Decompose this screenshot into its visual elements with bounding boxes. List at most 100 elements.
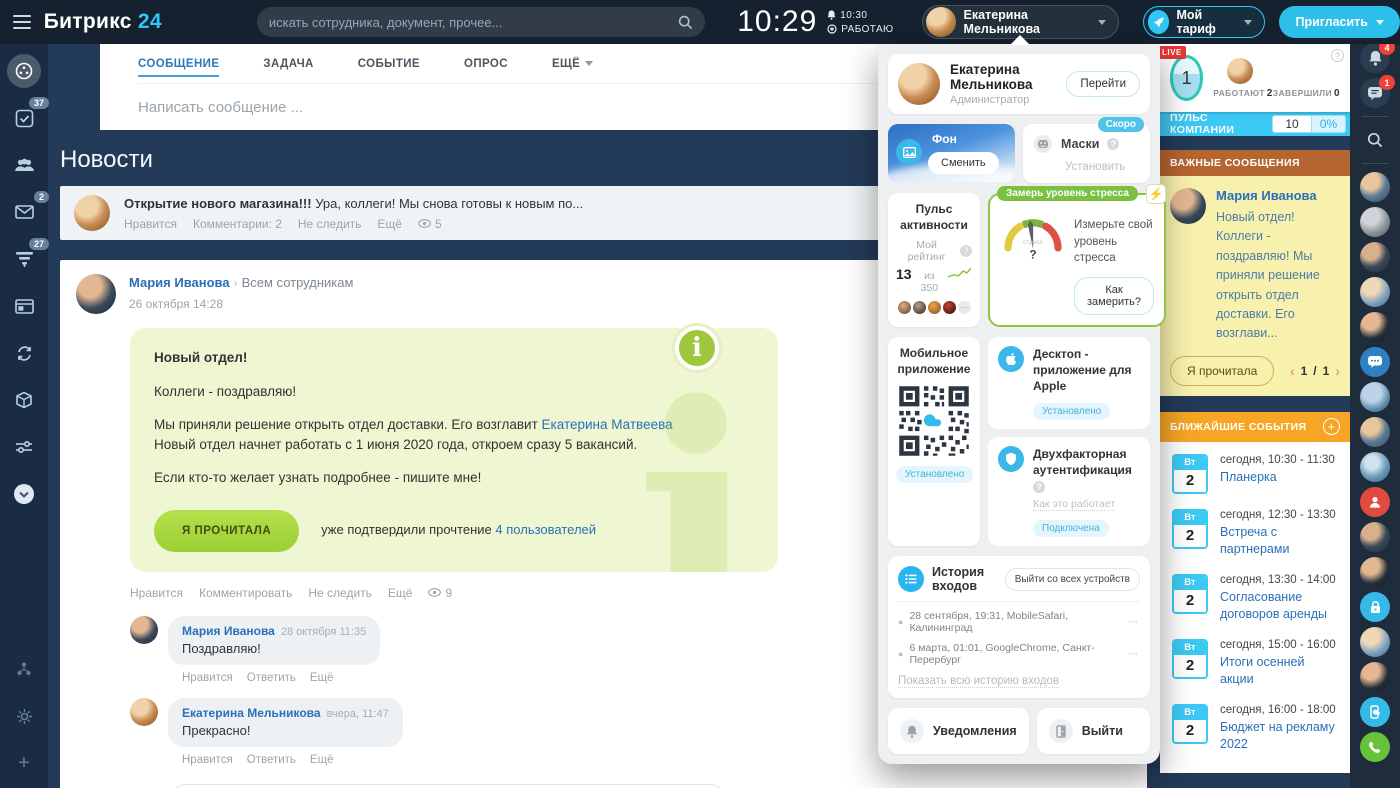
chat-contact-avatar[interactable] [1360, 557, 1390, 587]
event-item[interactable]: Вт2 сегодня, 10:30 - 11:30Планерка [1172, 454, 1338, 494]
masks-card[interactable]: Скоро Маски ? Установить [1023, 124, 1150, 183]
comment-author[interactable]: Мария Иванова [182, 624, 275, 638]
like-action[interactable]: Нравится [182, 754, 233, 766]
event-item[interactable]: Вт2 сегодня, 12:30 - 13:30Встреча с парт… [1172, 509, 1338, 559]
nav-marketplace-icon[interactable] [7, 383, 41, 417]
comment-author-avatar[interactable] [130, 616, 158, 644]
reply-action[interactable]: Ответить [247, 754, 296, 766]
nav-sites-icon[interactable] [7, 289, 41, 323]
event-item[interactable]: Вт2 сегодня, 15:00 - 16:00Итоги осенней … [1172, 639, 1338, 689]
like-action[interactable]: Нравится [182, 672, 233, 684]
nav-settings-sliders-icon[interactable] [7, 430, 41, 464]
search-icon[interactable] [678, 15, 693, 30]
nav-mail-icon[interactable]: 2 [7, 195, 41, 229]
notifications-button[interactable]: Уведомления [888, 708, 1029, 754]
user-menu-button[interactable]: Екатерина Мельникова [922, 5, 1120, 39]
info-icon[interactable]: ? [1033, 481, 1045, 493]
clock[interactable]: 10:29 [737, 5, 817, 39]
group-chat-icon[interactable] [1360, 347, 1390, 377]
masks-install-button[interactable]: Установить [1065, 161, 1140, 173]
more-action[interactable]: Ещё [310, 672, 334, 684]
activity-pulse-card[interactable]: Пульс активности Мой рейтинг? 13 из 350 … [888, 193, 980, 327]
invite-button[interactable]: Пригласить [1279, 6, 1400, 38]
reply-action[interactable]: Ответить [247, 672, 296, 684]
work-day-widget[interactable]: LIVE 1 РАБОТАЮТ2 ЗАВЕРШИЛИ0 ? [1160, 44, 1350, 112]
confirm-users-link[interactable]: 4 пользователей [495, 522, 596, 537]
chat-contact-avatar[interactable] [1360, 382, 1390, 412]
like-action[interactable]: Нравится [130, 586, 183, 600]
post-title[interactable]: Открытие нового магазина!!! [124, 196, 312, 211]
mobile-connect-icon[interactable] [1360, 697, 1390, 727]
unfollow-action[interactable]: Не следить [308, 586, 372, 600]
nav-add-icon[interactable]: + [7, 746, 41, 780]
tab-message[interactable]: СООБЩЕНИЕ [138, 44, 219, 83]
add-event-icon[interactable]: + [1323, 418, 1340, 435]
profile-avatar[interactable] [898, 63, 940, 105]
nav-crm-icon[interactable]: 27 [7, 242, 41, 276]
chat-contact-avatar[interactable] [1360, 242, 1390, 272]
post-audience[interactable]: Всем сотрудникам [242, 275, 354, 290]
important-read-button[interactable]: Я прочитала [1170, 356, 1274, 386]
pager-prev-icon[interactable]: ‹ [1290, 363, 1295, 379]
menu-hamburger-icon[interactable] [0, 15, 44, 29]
nav-sync-icon[interactable] [7, 336, 41, 370]
messenger-icon[interactable]: 1 [1360, 78, 1390, 108]
nav-gear-icon[interactable] [7, 699, 41, 733]
add-comment-input[interactable] [168, 784, 728, 788]
nav-structure-icon[interactable] [7, 652, 41, 686]
event-title[interactable]: Согласование договоров аренды [1220, 589, 1338, 624]
tab-task[interactable]: ЗАДАЧА [263, 44, 313, 83]
logout-all-button[interactable]: Выйти со всех устройств [1005, 568, 1140, 591]
read-confirm-button[interactable]: Я ПРОЧИТАЛА [154, 510, 299, 552]
global-search[interactable] [257, 7, 705, 37]
twofa-how-link[interactable]: Как это работает [1033, 498, 1115, 511]
private-chat-lock-icon[interactable] [1360, 592, 1390, 622]
event-title[interactable]: Планерка [1220, 469, 1335, 487]
post-author[interactable]: Мария Иванова [129, 275, 230, 290]
event-item[interactable]: Вт2 сегодня, 16:00 - 18:00Бюджет на рекл… [1172, 704, 1338, 754]
event-item[interactable]: Вт2 сегодня, 13:30 - 14:00Согласование д… [1172, 574, 1338, 624]
history-show-all-link[interactable]: Показать всю историю входов [898, 675, 1059, 688]
desktop-app-card[interactable]: Десктоп - приложение для Apple Установле… [988, 337, 1150, 429]
tariff-button[interactable]: Мой тариф [1143, 6, 1265, 38]
entry-menu-icon[interactable]: ⋯ [1128, 648, 1141, 660]
comment-author[interactable]: Екатерина Мельникова [182, 706, 321, 720]
chat-contact-avatar[interactable] [1360, 312, 1390, 342]
rating-more-icon[interactable]: ⋯ [958, 301, 971, 314]
chat-contact-avatar[interactable] [1360, 417, 1390, 447]
guest-user-icon[interactable] [1360, 487, 1390, 517]
event-title[interactable]: Встреча с партнерами [1220, 524, 1338, 559]
more-action[interactable]: Ещё [310, 754, 334, 766]
nav-employees-icon[interactable] [7, 148, 41, 182]
nav-time-icon[interactable] [7, 477, 41, 511]
like-action[interactable]: Нравится [124, 217, 177, 231]
background-change-button[interactable]: Сменить [928, 152, 999, 174]
stress-how-button[interactable]: Как замерить? [1074, 277, 1154, 315]
help-icon[interactable]: ? [1331, 49, 1344, 62]
chat-contact-avatar[interactable] [1360, 627, 1390, 657]
event-title[interactable]: Бюджет на рекламу 2022 [1220, 719, 1338, 754]
company-pulse-bar[interactable]: ПУЛЬС КОМПАНИИ 10 0% [1160, 112, 1350, 136]
comment-author-avatar[interactable] [130, 698, 158, 726]
work-status[interactable]: РАБОТАЮ [841, 24, 893, 35]
important-excerpt[interactable]: Новый отдел! Коллеги - поздравляю! Мы пр… [1216, 208, 1340, 344]
nav-tasks-icon[interactable]: 37 [7, 101, 41, 135]
tab-poll[interactable]: ОПРОС [464, 44, 508, 83]
mobile-app-card[interactable]: Мобильное приложение [888, 337, 980, 546]
pager-next-icon[interactable]: › [1335, 363, 1340, 379]
comments-action[interactable]: Комментарии: 2 [193, 217, 282, 231]
telephony-phone-icon[interactable] [1360, 732, 1390, 762]
search-input[interactable] [269, 15, 678, 30]
info-icon[interactable]: ? [1107, 138, 1119, 150]
chat-contact-avatar[interactable] [1360, 522, 1390, 552]
nav-live-feed-icon[interactable] [7, 54, 41, 88]
entry-menu-icon[interactable]: ⋯ [1128, 616, 1141, 628]
post-author-avatar[interactable] [76, 274, 116, 314]
important-author-avatar[interactable] [1170, 188, 1206, 224]
comment-action[interactable]: Комментировать [199, 586, 292, 600]
more-action[interactable]: Ещё [377, 217, 402, 231]
event-title[interactable]: Итоги осенней акции [1220, 654, 1338, 689]
tab-more[interactable]: ЕЩЁ [552, 44, 593, 83]
working-user-avatar[interactable] [1227, 58, 1253, 84]
tab-event[interactable]: СОБЫТИЕ [358, 44, 420, 83]
